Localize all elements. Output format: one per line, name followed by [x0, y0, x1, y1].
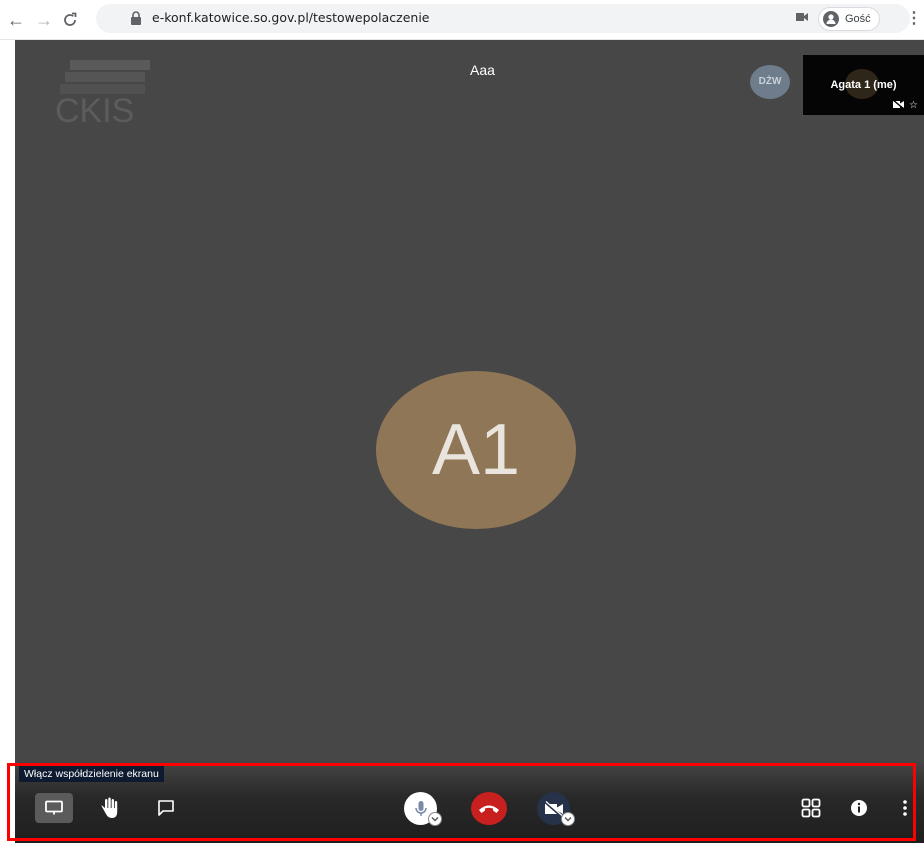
conference-stage: CKIS Aaa DŻW Agata 1 (me) ☆ A1 Włącz wsp…: [15, 40, 924, 843]
info-icon: [851, 800, 867, 816]
microphone-button[interactable]: [404, 792, 442, 826]
raise-hand-button[interactable]: [95, 793, 125, 823]
more-options-button[interactable]: [895, 794, 915, 822]
screen-share-tooltip: Włącz współdzielenie ekranu: [19, 766, 164, 782]
chat-icon: [158, 800, 174, 816]
dominant-speaker-avatar: A1: [376, 371, 576, 529]
camera-off-icon: [543, 800, 563, 817]
lock-icon: [131, 11, 141, 25]
participant-avatar[interactable]: DŻW: [750, 65, 790, 99]
camera-button[interactable]: [537, 792, 575, 826]
mic-options-chevron-icon[interactable]: [428, 812, 442, 826]
profile-button[interactable]: Gość: [818, 7, 880, 31]
more-vertical-icon: [903, 800, 907, 816]
star-icon[interactable]: ☆: [909, 100, 918, 111]
screen-share-button[interactable]: [35, 793, 73, 823]
chat-button[interactable]: [151, 793, 181, 823]
self-view-name: Agata 1 (me): [830, 79, 897, 91]
video-muted-icon: [893, 100, 905, 109]
hangup-icon: [479, 805, 499, 813]
microphone-icon: [414, 800, 427, 816]
profile-avatar-icon: [823, 11, 839, 27]
self-view-status: ☆: [893, 100, 918, 111]
back-arrow-icon[interactable]: ←: [6, 10, 26, 30]
camera-icon[interactable]: [796, 12, 808, 22]
url-text: e-konf.katowice.so.gov.pl/testowepolacze…: [152, 10, 430, 25]
raise-hand-icon: [101, 797, 118, 818]
forward-arrow-icon[interactable]: →: [34, 10, 54, 30]
tile-view-button[interactable]: [797, 794, 825, 822]
self-view-tile[interactable]: Agata 1 (me) ☆: [803, 55, 924, 115]
address-bar[interactable]: e-konf.katowice.so.gov.pl/testowepolacze…: [96, 4, 910, 33]
info-button[interactable]: [845, 794, 873, 822]
hangup-button[interactable]: [471, 792, 507, 825]
reload-icon[interactable]: [60, 10, 80, 30]
tile-view-icon: [801, 798, 821, 818]
screen-share-icon: [45, 800, 63, 815]
kebab-menu-icon[interactable]: ⋮: [906, 9, 922, 29]
svg-text:CKIS: CKIS: [55, 92, 134, 130]
profile-label: Gość: [845, 13, 871, 25]
browser-toolbar: ← → e-konf.katowice.so.gov.pl/testowepol…: [0, 0, 924, 40]
camera-options-chevron-icon[interactable]: [561, 812, 575, 826]
